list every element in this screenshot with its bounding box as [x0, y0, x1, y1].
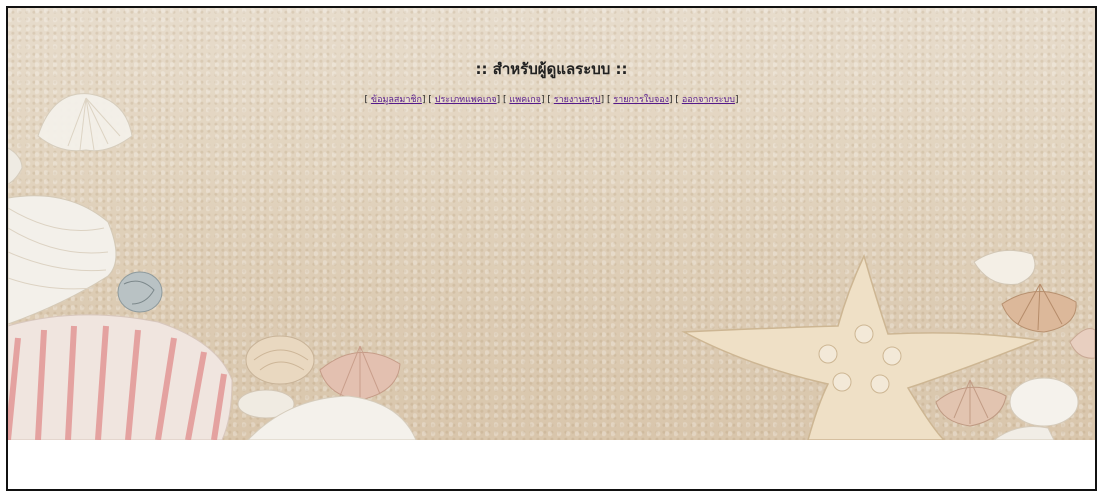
header-banner: :: สำหรับผู้ดูแลระบบ :: [ ข้อมูลสมาชิก] … — [8, 8, 1095, 440]
bracket-close: ] — [734, 95, 739, 105]
bracket-close: ] — [669, 95, 673, 105]
nav-link-summary-report[interactable]: รายงานสรุป — [554, 95, 601, 105]
nav-link-package[interactable]: แพคเกจ — [509, 95, 541, 105]
bracket-open: [ — [503, 95, 507, 105]
nav-link-member-data[interactable]: ข้อมูลสมาชิก — [371, 95, 422, 105]
bracket-close: ] — [496, 95, 501, 105]
page-title: :: สำหรับผู้ดูแลระบบ :: — [475, 60, 628, 78]
bracket-close: ] — [421, 95, 426, 105]
bracket-open: [ — [364, 95, 369, 105]
bracket-open: [ — [428, 95, 432, 105]
nav-link-booking-list[interactable]: รายการใบจอง — [613, 95, 669, 105]
bracket-open: [ — [547, 95, 551, 105]
page-frame: :: สำหรับผู้ดูแลระบบ :: [ ข้อมูลสมาชิก] … — [6, 6, 1097, 491]
nav-link-package-type[interactable]: ประเภทแพคเกจ — [435, 95, 497, 105]
bracket-open: [ — [606, 95, 611, 105]
admin-nav-menu: [ ข้อมูลสมาชิก] [ ประเภทแพคเกจ] [ แพคเกจ… — [8, 92, 1095, 106]
bracket-close: ] — [600, 95, 605, 105]
nav-link-logout[interactable]: ออกจากระบบ — [682, 95, 735, 105]
bracket-open: [ — [675, 95, 679, 105]
bracket-close: ] — [540, 95, 545, 105]
